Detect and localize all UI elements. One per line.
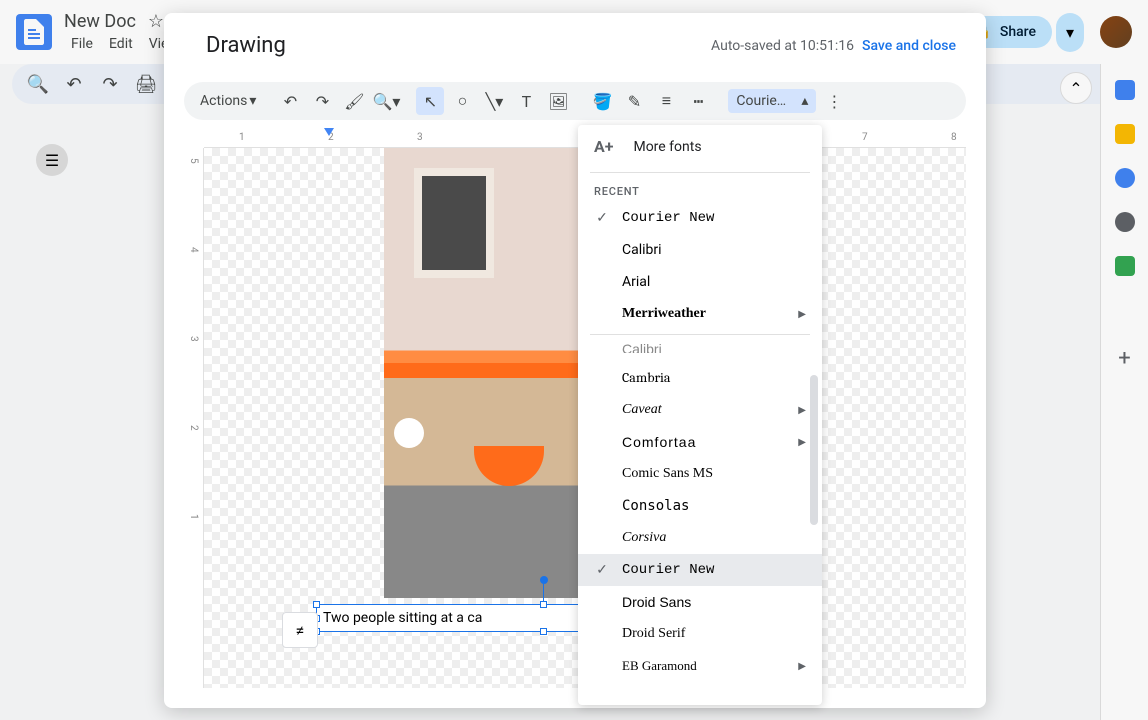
shape-tool[interactable]: ○ (448, 87, 476, 115)
border-dash-icon[interactable]: ┅ (684, 87, 712, 115)
font-family-dropdown[interactable]: Courie… ▴ (728, 89, 816, 113)
autosave-status: Auto-saved at 10:51:16 (711, 38, 854, 54)
font-item-comic-sans-ms[interactable]: Comic Sans MS (578, 458, 822, 490)
submenu-arrow-icon: ▶ (798, 309, 806, 320)
font-menu-dropdown: A+ More fonts RECENT ✓ Courier New Calibri… (578, 125, 822, 705)
resize-handle[interactable] (313, 601, 320, 608)
font-label: Droid Sans (622, 594, 806, 610)
font-label: Merriweather (622, 306, 786, 322)
image-table-detail (474, 446, 544, 486)
image-tool[interactable]: 🖼 (544, 87, 572, 115)
font-item-corsiva[interactable]: Corsiva (578, 522, 822, 554)
submenu-arrow-icon: ▶ (798, 437, 806, 448)
font-label: Courier New (622, 562, 806, 578)
font-item-arial[interactable]: Arial (578, 266, 822, 298)
canvas-area: 1 2 3 7 8 5 4 3 2 1 (184, 128, 966, 688)
submenu-arrow-icon: ▶ (798, 661, 806, 672)
recent-section-label: RECENT (578, 177, 822, 202)
ruler-marker[interactable] (324, 128, 334, 136)
font-item-comfortaa[interactable]: Comfortaa ▶ (578, 426, 822, 458)
font-label: EB Garamond (622, 658, 786, 674)
text-tool[interactable]: T (512, 87, 540, 115)
actions-button[interactable]: Actions ▾ (196, 93, 260, 109)
image-lamp-detail (394, 418, 424, 448)
select-tool[interactable]: ↖ (416, 87, 444, 115)
vertical-ruler: 5 4 3 2 1 (184, 148, 204, 688)
font-label: Comic Sans MS (622, 466, 806, 482)
fill-color-icon[interactable]: 🪣 (588, 87, 616, 115)
border-weight-icon[interactable]: ≡ (652, 87, 680, 115)
caret-down-icon: ▴ (801, 93, 808, 109)
font-label: Consolas (622, 498, 806, 514)
font-item-droid-sans[interactable]: Droid Sans (578, 586, 822, 618)
caret-down-icon: ▾ (249, 93, 256, 109)
undo-button[interactable]: ↶ (276, 87, 304, 115)
font-label: Droid Serif (622, 626, 806, 642)
drawing-modal: Drawing Auto-saved at 10:51:16 Save and … (164, 13, 986, 708)
font-item-calibri[interactable]: Calibri (578, 339, 822, 361)
submenu-arrow-icon: ▶ (798, 405, 806, 416)
menu-divider (590, 172, 810, 173)
font-item-consolas[interactable]: Consolas (578, 490, 822, 522)
font-label: Cambria (622, 369, 806, 386)
font-item-caveat[interactable]: Caveat ▶ (578, 394, 822, 426)
font-item-merriweather[interactable]: Merriweather ▶ (578, 298, 822, 330)
font-label: Caveat (622, 402, 786, 418)
add-font-icon: A+ (594, 137, 613, 156)
text-format-icon: ≠ (296, 621, 305, 640)
more-options-icon[interactable]: ⋮ (820, 87, 848, 115)
rotate-handle[interactable] (540, 576, 548, 584)
font-item-calibri[interactable]: Calibri (578, 234, 822, 266)
more-fonts-item[interactable]: A+ More fonts (578, 125, 822, 168)
image-window-detail (414, 168, 494, 278)
menu-divider (590, 334, 810, 335)
font-item-cambria[interactable]: Cambria (578, 361, 822, 394)
more-fonts-label: More fonts (633, 139, 701, 155)
redo-button[interactable]: ↷ (308, 87, 336, 115)
font-item-droid-serif[interactable]: Droid Serif (578, 618, 822, 650)
resize-handle[interactable] (540, 601, 547, 608)
font-label: Arial (622, 274, 806, 290)
font-item-courier-new[interactable]: ✓ Courier New (578, 554, 822, 586)
resize-handle[interactable] (540, 628, 547, 635)
font-item-courier-new[interactable]: ✓ Courier New (578, 202, 822, 234)
font-label: Calibri (622, 341, 806, 353)
paint-format-icon[interactable]: 🖌 (340, 87, 368, 115)
check-icon: ✓ (594, 210, 610, 226)
line-tool[interactable]: ╲▾ (480, 87, 508, 115)
border-color-icon[interactable]: ✎ (620, 87, 648, 115)
drawing-title: Drawing (206, 33, 286, 58)
font-label: Calibri (622, 242, 806, 258)
save-and-close-button[interactable]: Save and close (862, 38, 956, 54)
font-label: Corsiva (622, 530, 806, 546)
drawing-toolbar: Actions ▾ ↶ ↷ 🖌 🔍▾ ↖ ○ ╲▾ T 🖼 🪣 ✎ ≡ ┅ Co… (184, 82, 966, 120)
check-icon: ✓ (594, 562, 610, 578)
font-label: Courier New (622, 210, 806, 226)
font-item-eb-garamond[interactable]: EB Garamond ▶ (578, 650, 822, 682)
font-label: Comfortaa (622, 434, 786, 450)
scrollbar[interactable] (810, 375, 818, 525)
zoom-icon[interactable]: 🔍▾ (372, 87, 400, 115)
format-options-button[interactable]: ≠ (282, 612, 318, 648)
